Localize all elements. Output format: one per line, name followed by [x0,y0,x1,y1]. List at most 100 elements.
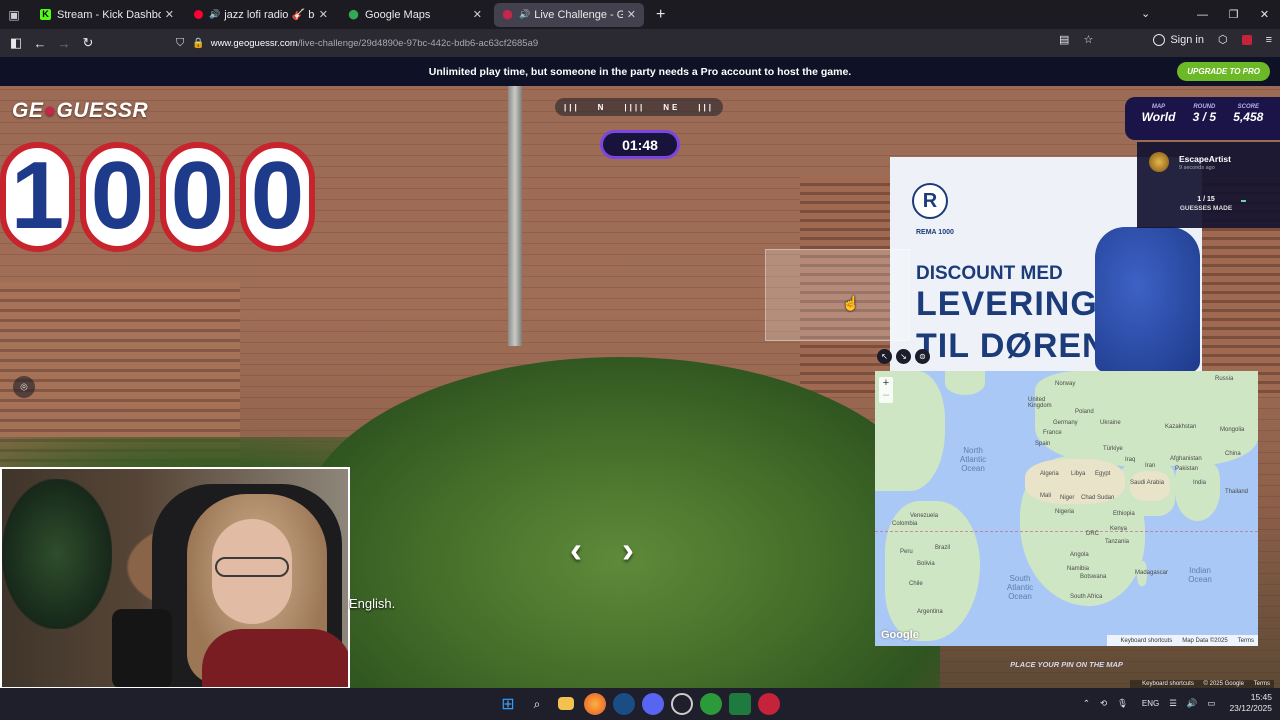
tab-title: Stream - Kick Dashboard [57,8,161,21]
url-bar[interactable]: ⛉ 🔒 www.geoguessr.com/live-challenge/29d… [176,32,1076,54]
pin-icon: ● [43,99,57,122]
microphone-icon[interactable]: 🎙 [1117,698,1128,709]
rema-small-text: REMA 1000 [916,229,954,236]
map-label-algeria: Algeria [1040,471,1059,477]
glasses [215,557,289,577]
tab-title: jazz lofi radio 🎸 beats to c [224,9,315,21]
forward-icon[interactable]: → [52,36,76,51]
close-tab-icon[interactable]: ✕ [473,8,482,21]
network-icon[interactable]: ⟲ [1100,698,1107,709]
compass-n: N [597,102,607,112]
tab-list-icon[interactable]: ▣ [0,0,28,29]
geoguessr-logo[interactable]: GE●GUESSR [12,99,148,123]
map-label-iran: Iran [1145,463,1156,469]
shield-icon[interactable]: ⛉ [176,37,184,50]
restore-icon[interactable]: ❐ [1218,8,1249,21]
upgrade-to-pro-button[interactable]: UPGRADE TO PRO [1177,62,1270,81]
move-left-arrow-icon[interactable]: ‹ [570,529,622,570]
discord-icon[interactable] [642,693,664,715]
banner-line-3: TIL DØREN [916,327,1108,365]
toolbar-right: ▤ ☆ Sign in ⬡ ≡ [1045,33,1272,46]
expand-map-icon[interactable]: ↖ [877,349,892,364]
streamer-webcam [0,467,350,689]
map-label-north-atlantic: North Atlantic Ocean [959,446,987,473]
close-window-icon[interactable]: ✕ [1249,8,1280,21]
lock-icon[interactable]: 🔒 [192,38,204,49]
volume-icon[interactable]: 🔊 [1187,698,1198,709]
firefox-icon[interactable] [584,693,606,715]
language-indicator[interactable]: ENG [1142,699,1159,708]
map-attribution: Keyboard shortcuts Map Data ©2025 Terms [1106,635,1258,646]
tab-live-challenge-geoguessr[interactable]: ⬤ 🔊 Live Challenge - GeoGuessr ✕ [494,2,644,27]
speaker-icon[interactable]: 🔊 [519,9,530,20]
steam-icon[interactable] [613,693,635,715]
terms-link[interactable]: Terms [1254,681,1270,687]
extension-badge-icon[interactable] [1241,34,1252,45]
map-label-libya: Libya [1071,471,1086,477]
back-icon[interactable]: ← [28,36,52,51]
map-stat: MAP World [1142,104,1176,140]
map-label-thailand: Thailand [1225,489,1249,495]
zoom-out-icon[interactable]: – [879,389,893,401]
excel-icon[interactable] [729,693,751,715]
file-explorer-icon[interactable] [558,697,574,710]
map-label-afghanistan: Afghanistan [1170,456,1202,462]
map-label-kenya: Kenya [1110,526,1128,532]
search-icon[interactable]: ⌕ [526,693,548,715]
chat-icon[interactable]: ⌾ [13,376,35,398]
tab-kick-dashboard[interactable]: K Stream - Kick Dashboard ✕ [32,3,182,27]
map-label-nigeria: Nigeria [1055,509,1075,515]
tab-jazz-lofi-radio[interactable]: 🔊 jazz lofi radio 🎸 beats to c ✕ [186,3,336,27]
record-icon[interactable] [758,693,780,715]
pro-banner-text: Unlimited play time, but someone in the … [428,65,852,78]
windows-start-icon[interactable]: ⊞ [497,693,519,715]
reload-icon[interactable]: ↻ [76,35,100,51]
wifi-icon[interactable]: ☰ [1169,698,1177,709]
shrink-map-icon[interactable]: ↘ [896,349,911,364]
microphone [112,609,172,687]
keyboard-shortcuts-link[interactable]: Keyboard shortcuts [1142,681,1194,687]
close-tab-icon[interactable]: ✕ [627,8,636,21]
map-label-chad: Chad [1081,495,1096,501]
obs-icon[interactable] [671,693,693,715]
new-tab-icon[interactable]: + [656,6,665,24]
tab-title: Live Challenge - GeoGuessr [534,8,623,21]
chevron-down-icon[interactable]: ⌄ [1141,7,1150,20]
player-avatar [1149,152,1169,172]
map-label-pakistan: Pakistan [1175,466,1199,472]
xbox-icon[interactable] [700,693,722,715]
tab-google-maps[interactable]: ⬤ Google Maps ✕ [340,3,490,27]
zoom-in-icon[interactable]: + [879,377,893,389]
menu-icon[interactable]: ≡ [1266,34,1272,46]
minimize-icon[interactable]: — [1187,9,1218,21]
sign-digit: 1 [0,142,75,252]
chevron-up-icon[interactable]: ⌃ [1083,698,1090,709]
banner-line-2: LEVERING [916,285,1098,323]
sign-in-label: Sign in [1170,33,1204,46]
google-logo: Google [881,629,919,641]
compass-ne: NE [663,102,681,112]
guess-map[interactable]: + – Russia Norway United Kingdom Poland … [875,371,1258,646]
taskbar-clock[interactable]: 15:45 23/12/2025 [1229,692,1272,714]
map-label-mali: Mali [1040,493,1052,499]
map-zoom-control: + – [879,377,893,403]
close-tab-icon[interactable]: ✕ [319,8,328,21]
stream-caption: English. [349,596,396,611]
map-keyboard-shortcuts-link[interactable]: Keyboard shortcuts [1121,638,1173,644]
close-tab-icon[interactable]: ✕ [165,8,174,21]
reader-view-icon[interactable]: ▤ [1059,33,1069,46]
speaker-icon[interactable]: 🔊 [209,9,220,20]
move-right-arrow-icon[interactable]: › [622,529,674,570]
map-label-norway: Norway [1055,381,1076,387]
movement-arrows[interactable]: ‹› [570,529,674,571]
map-label-iraq: Iraq [1125,457,1136,463]
map-label-niger: Niger [1060,495,1075,501]
map-terms-link[interactable]: Terms [1238,638,1254,644]
sign-in-button[interactable]: Sign in [1153,33,1204,46]
battery-icon[interactable]: ▭ [1207,698,1215,709]
pin-map-icon[interactable]: ⊜ [915,349,930,364]
bookmark-star-icon[interactable]: ☆ [1083,33,1093,46]
map-label-south-atlantic: South Atlantic Ocean [1006,574,1034,601]
sidebar-icon[interactable]: ◧ [4,35,28,51]
extensions-icon[interactable]: ⬡ [1218,33,1228,46]
